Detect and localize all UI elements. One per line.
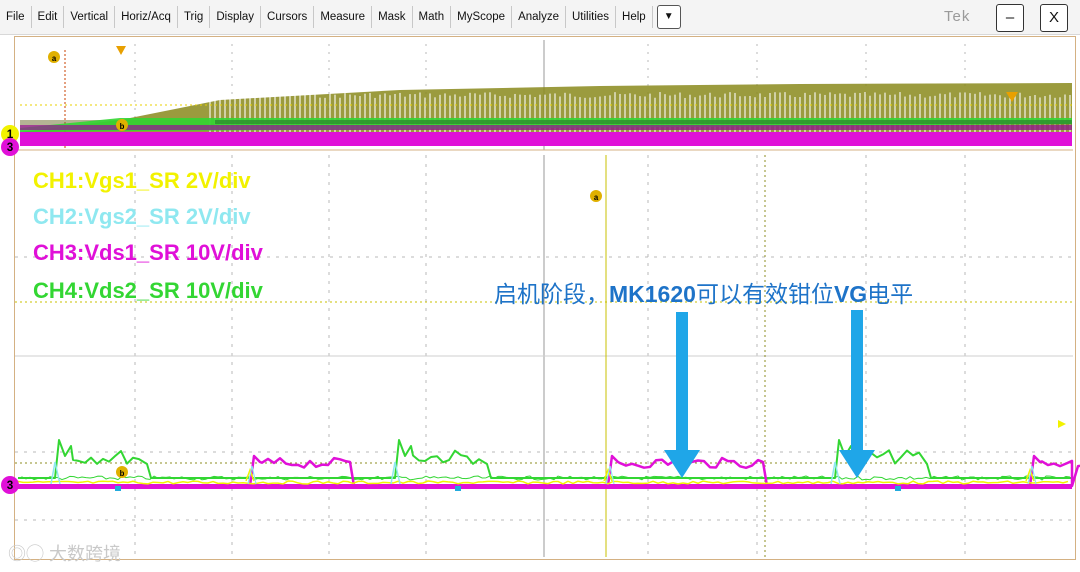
overview-waveform — [20, 83, 1072, 146]
ch2-dip — [455, 486, 461, 491]
watermark-icon: ◎◯ — [8, 544, 44, 564]
legend-ch4: CH4:Vds2_SR 10V/div — [33, 278, 263, 303]
legend-ch3: CH3:Vds1_SR 10V/div — [33, 240, 263, 265]
annotation-text: 启机阶段，MK1620可以有效钳位VG电平 — [494, 275, 913, 309]
ch1-offset-icon — [1058, 420, 1066, 428]
ch3-reference-marker-label: 3 — [7, 479, 14, 492]
annotation-prefix: 启机阶段， — [494, 281, 609, 307]
cursor-a-marker-label: a — [594, 193, 599, 202]
ch3-trace — [18, 454, 1080, 488]
ch3-overview-band-dark — [20, 125, 1072, 130]
ch3-reference-marker-zoom-label: 3 — [7, 141, 14, 154]
ch1-trace — [17, 480, 1069, 485]
legend-ch1: CH1:Vgs1_SR 2V/div — [33, 168, 251, 193]
annotation-middle: 可以有效钳位 — [695, 281, 834, 307]
ch2-dip — [115, 486, 121, 491]
annotation-arrow-1-shaft — [676, 312, 688, 452]
legend-ch2: CH2:Vgs2_SR 2V/div — [33, 204, 251, 229]
cursor-a-marker-zoom-label: a — [52, 54, 57, 63]
ch2-dip — [895, 486, 901, 491]
annotation-arrows — [664, 310, 875, 478]
cursor-b-marker-zoom-label: b — [120, 122, 125, 131]
watermark-text: 大数跨境 — [49, 544, 122, 564]
main-waveform — [17, 439, 1080, 491]
annotation-arrow-2-shaft — [851, 310, 863, 452]
annotation-part-number: MK1620 — [609, 281, 696, 307]
cursor-b-marker-label: b — [120, 469, 125, 478]
trigger-position-icon — [116, 46, 126, 55]
annotation-suffix: 电平 — [867, 281, 914, 307]
ch3-baseline — [18, 484, 1072, 489]
annotation-arrow-2-head — [839, 450, 875, 478]
watermark: ◎◯ 大数跨境 — [8, 540, 121, 566]
annotation-vg: VG — [833, 281, 868, 307]
ch4-trace — [18, 439, 1072, 479]
ch4-overview-band-dark — [215, 120, 1072, 124]
ch3-overview-band — [20, 132, 1072, 146]
